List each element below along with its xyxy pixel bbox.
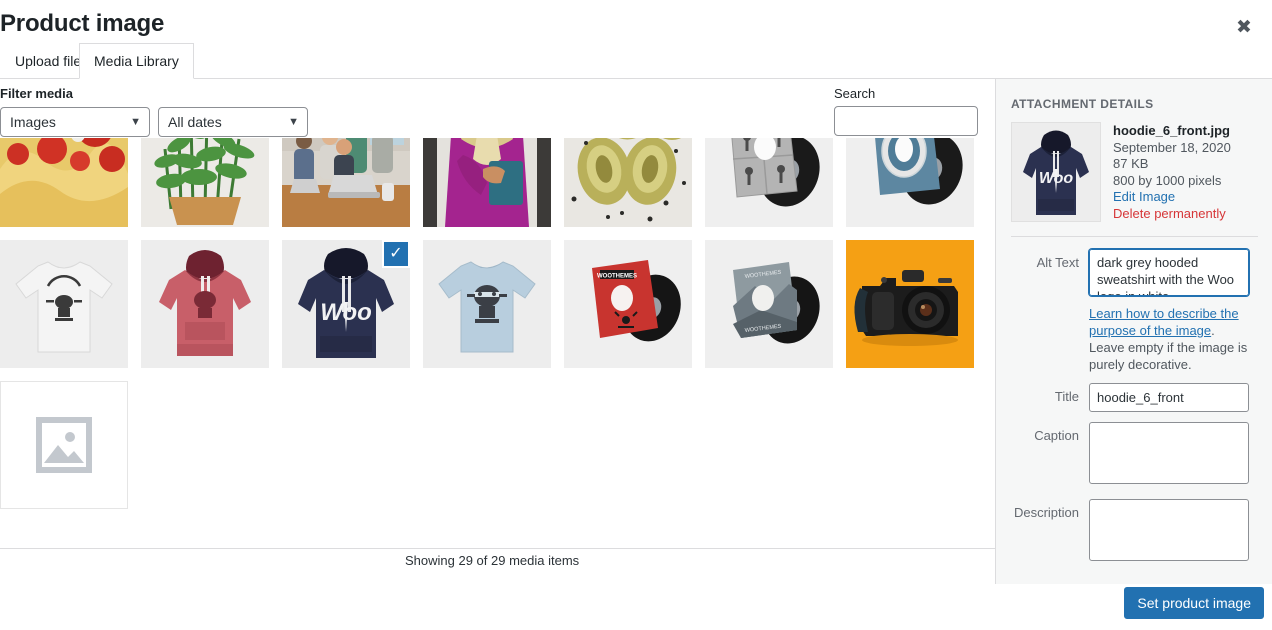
svg-text:WOOTHEMES: WOOTHEMES	[597, 274, 637, 280]
media-date-value: All dates	[168, 114, 222, 130]
caption-field-row: Caption	[1011, 422, 1258, 489]
chevron-down-icon: ▼	[130, 116, 141, 128]
attachment-details-heading: ATTACHMENT DETAILS	[1011, 97, 1154, 111]
attachment-summary: Woo hoodie_6_front.jpg September 18, 202…	[1011, 122, 1258, 222]
media-date-select[interactable]: All dates ▼	[158, 107, 308, 137]
page-title: Product image	[0, 10, 165, 37]
media-item-rosemary-plant[interactable]	[141, 138, 269, 227]
media-item-hoodie-red[interactable]	[141, 240, 269, 368]
tab-media-library[interactable]: Media Library	[79, 43, 194, 79]
title-input[interactable]	[1089, 383, 1249, 412]
media-type-select[interactable]: Images ▼	[0, 107, 150, 137]
media-item-pasta-tomatoes[interactable]	[0, 138, 128, 227]
media-grid: ✓ Woo	[0, 138, 974, 509]
alt-text-label: Alt Text	[1036, 255, 1079, 270]
attachment-details-panel: ATTACHMENT DETAILS Woo hoodie_6_front.jp…	[995, 79, 1272, 584]
modal-tabs: Upload files Media Library	[0, 43, 1272, 79]
media-item-office-meeting[interactable]	[282, 138, 410, 227]
media-item-vinyl-landscape-cover[interactable]: WOOTHEMES WOOTHEMES	[705, 240, 833, 368]
title-field-row: Title	[1011, 383, 1258, 412]
media-item-tshirt-blue-ninja[interactable]	[423, 240, 551, 368]
media-item-vinyl-red-cover[interactable]: WOOTHEMES	[564, 240, 692, 368]
attachment-thumbnail: Woo	[1011, 122, 1101, 222]
media-toolbar: Filter media Images ▼ All dates ▼ Search	[0, 79, 995, 138]
description-input[interactable]	[1089, 499, 1249, 561]
media-modal: Product image ✖ Upload files Media Libra…	[0, 0, 1272, 630]
media-item-dslr-camera-orange[interactable]	[846, 240, 974, 368]
media-item-image-placeholder[interactable]	[0, 381, 128, 509]
media-item-woman-purple-dress[interactable]	[423, 138, 551, 227]
alt-text-help: Learn how to describe the purpose of the…	[1089, 305, 1249, 373]
modal-footer: Set product image	[0, 584, 1272, 630]
chevron-down-icon: ▼	[288, 116, 299, 128]
filter-media-label: Filter media	[0, 86, 73, 101]
alt-text-field-row: Alt Text Learn how to describe the purpo…	[1011, 249, 1258, 373]
media-grid-region[interactable]: ✓ Woo	[0, 138, 995, 548]
close-icon[interactable]: ✖	[1224, 8, 1264, 48]
media-item-artichokes[interactable]	[564, 138, 692, 227]
title-label: Title	[1054, 389, 1079, 404]
attachment-dimensions: 800 by 1000 pixels	[1113, 172, 1222, 188]
media-status-bar: Showing 29 of 29 media items	[0, 548, 995, 584]
media-item-vinyl-blue-circle[interactable]	[846, 138, 974, 227]
alt-text-input[interactable]	[1089, 249, 1249, 296]
description-field-row: Description	[1011, 499, 1258, 566]
caption-input[interactable]	[1089, 422, 1249, 484]
media-item-hoodie-navy-woo[interactable]: ✓ Woo	[282, 240, 410, 368]
attachment-date: September 18, 2020	[1113, 139, 1231, 155]
panel-divider	[1011, 236, 1258, 237]
media-count-text: Showing 29 of 29 media items	[405, 553, 580, 568]
set-product-image-button[interactable]: Set product image	[1124, 587, 1264, 619]
attachment-meta: hoodie_6_front.jpg September 18, 2020 87…	[1113, 122, 1231, 222]
checkmark-icon: ✓	[382, 240, 410, 268]
image-placeholder-icon	[36, 417, 92, 473]
media-type-value: Images	[10, 114, 56, 130]
attachment-filesize: 87 KB	[1113, 156, 1149, 171]
delete-permanently-link[interactable]: Delete permanently	[1113, 206, 1231, 223]
alt-text-help-link[interactable]: Learn how to describe the purpose of the…	[1089, 306, 1239, 338]
media-item-tshirt-white[interactable]	[0, 240, 128, 368]
edit-image-link[interactable]: Edit Image	[1113, 189, 1231, 206]
media-item-vinyl-grey-keys[interactable]	[705, 138, 833, 227]
caption-label: Caption	[1034, 428, 1079, 443]
description-label: Description	[1013, 505, 1079, 520]
search-label: Search	[834, 86, 876, 101]
attachment-filename: hoodie_6_front.jpg	[1113, 123, 1230, 138]
search-input[interactable]	[834, 106, 978, 136]
